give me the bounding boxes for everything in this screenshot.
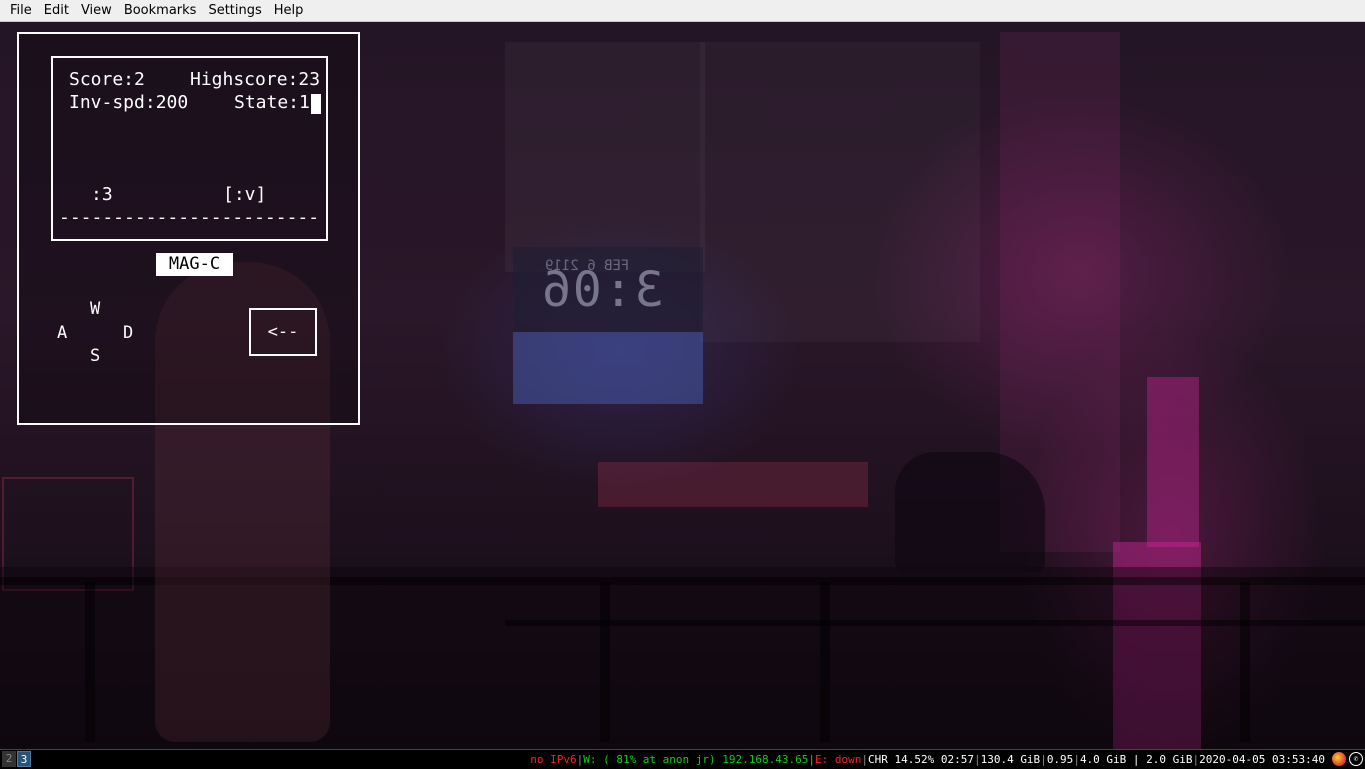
wallpaper-cat-silhouette bbox=[895, 452, 1045, 572]
wifi-status: W: ( 81% at anon jr) 192.168.43.65 bbox=[583, 753, 809, 766]
terminal-area[interactable]: FEB 6 2119 3:06 Score:2 Highscore:23 Inv… bbox=[0, 22, 1365, 749]
status-blocks: no IPv6 | W: ( 81% at anon jr) 192.168.43.… bbox=[530, 750, 1325, 769]
firefox-icon[interactable] bbox=[1332, 752, 1346, 766]
key-w[interactable]: W bbox=[90, 299, 100, 319]
key-d[interactable]: D bbox=[123, 323, 133, 343]
wallpaper-clock-digits: 3:06 bbox=[540, 262, 664, 318]
score-label: Score:2 bbox=[69, 69, 145, 90]
key-a[interactable]: A bbox=[57, 323, 67, 343]
wallpaper-railing bbox=[505, 620, 1365, 626]
datetime-status: 2020-04-05 03:53:40 bbox=[1199, 753, 1325, 766]
key-s[interactable]: S bbox=[90, 346, 100, 366]
enemy-face: [:v] bbox=[223, 184, 267, 205]
wallpaper-building bbox=[505, 42, 705, 272]
highscore-label: Highscore:23 bbox=[190, 69, 321, 90]
status-bar: 2 3 no IPv6 | W: ( 81% at anon jr) 192.168… bbox=[0, 749, 1365, 769]
wallpaper-red-sign bbox=[598, 462, 868, 507]
menu-bookmarks[interactable]: Bookmarks bbox=[119, 0, 202, 21]
text-cursor bbox=[311, 94, 321, 114]
game-screen: Score:2 Highscore:23 Inv-spd:200 State:1… bbox=[51, 56, 328, 241]
load-status: 0.95 bbox=[1046, 753, 1074, 766]
memory-status: 4.0 GiB | 2.0 GiB bbox=[1079, 753, 1193, 766]
menu-help[interactable]: Help bbox=[269, 0, 309, 21]
wallpaper-post bbox=[600, 582, 610, 742]
wallpaper-building bbox=[700, 42, 980, 342]
game-panel: Score:2 Highscore:23 Inv-spd:200 State:1… bbox=[17, 32, 360, 425]
menu-file[interactable]: File bbox=[5, 0, 37, 21]
menu-view[interactable]: View bbox=[76, 0, 117, 21]
wallpaper-pink-sign bbox=[1147, 377, 1199, 547]
menu-edit[interactable]: Edit bbox=[39, 0, 74, 21]
workspace-button-active[interactable]: 3 bbox=[17, 751, 31, 767]
battery-status: CHR 14.52% 02:57 bbox=[867, 753, 974, 766]
player-face: :3 bbox=[91, 184, 113, 205]
menu-bar: File Edit View Bookmarks Settings Help bbox=[0, 0, 1365, 22]
disk-status: 130.4 GiB bbox=[980, 753, 1041, 766]
inv-spd-label: Inv-spd:200 bbox=[69, 92, 189, 113]
ethernet-status: E: down bbox=[815, 753, 862, 766]
back-button[interactable]: <-- bbox=[249, 308, 317, 356]
wallpaper-post bbox=[85, 582, 95, 742]
ipv6-status: no IPv6 bbox=[530, 753, 577, 766]
workspace-button[interactable]: 2 bbox=[2, 751, 16, 767]
wallpaper-blue-panel bbox=[513, 332, 703, 404]
whatsapp-icon[interactable]: ✆ bbox=[1349, 752, 1363, 766]
state-label: State:1 bbox=[234, 92, 310, 113]
ground-line: ------------------------ bbox=[59, 207, 320, 228]
wallpaper-post bbox=[820, 582, 830, 742]
system-tray: ✆ bbox=[1332, 752, 1363, 766]
wallpaper-post bbox=[1240, 582, 1250, 742]
menu-settings[interactable]: Settings bbox=[203, 0, 266, 21]
mag-c-button[interactable]: MAG-C bbox=[156, 253, 233, 276]
